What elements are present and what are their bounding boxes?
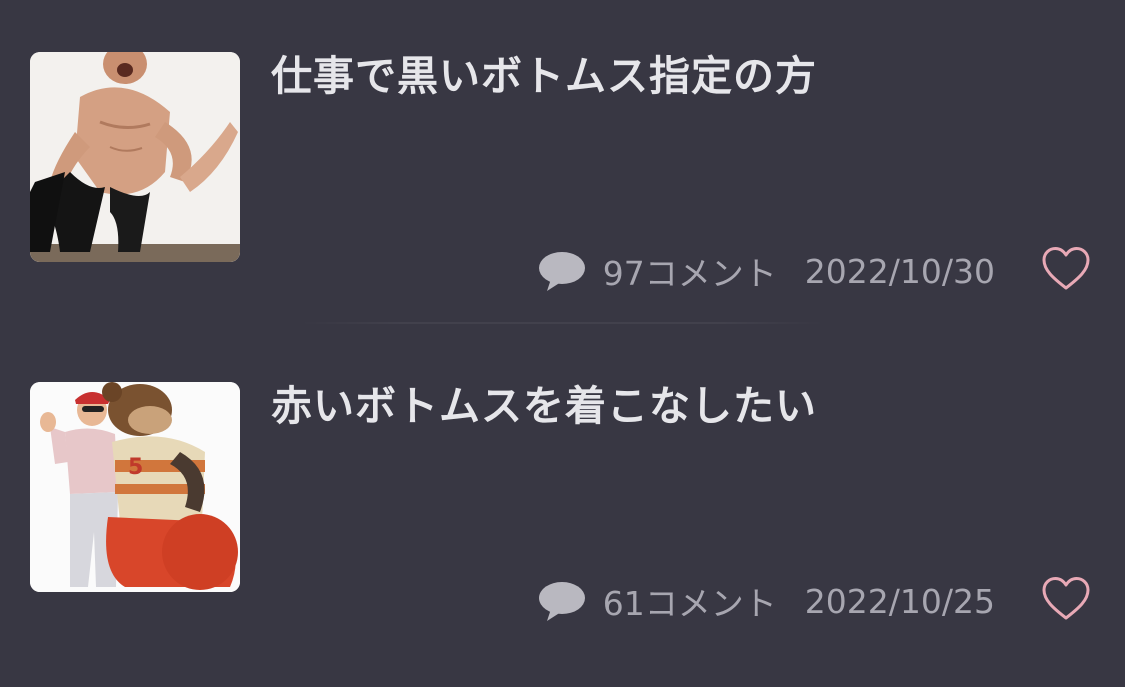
heart-outline-icon (1042, 577, 1090, 620)
post-divider (300, 322, 825, 324)
post-title[interactable]: 仕事で黒いボトムス指定の方 (271, 50, 1071, 102)
speech-bubble-icon (537, 580, 587, 622)
post-date: 2022/10/25 (804, 581, 995, 621)
post-title[interactable]: 赤いボトムスを着こなしたい (271, 380, 1071, 432)
post-thumbnail[interactable] (30, 52, 240, 262)
thumbnail-photo-muscle-man (30, 52, 240, 262)
like-button[interactable] (1040, 245, 1092, 293)
post-feed: 仕事で黒いボトムス指定の方 97コメント 2022/10/30 5 赤いボトムス… (0, 0, 1125, 687)
svg-text:5: 5 (128, 455, 143, 480)
speech-bubble-icon (537, 250, 587, 292)
post-thumbnail[interactable]: 5 (30, 382, 240, 592)
heart-outline-icon (1042, 247, 1090, 290)
post-meta: 61コメント 2022/10/25 (537, 576, 995, 626)
post-meta: 97コメント 2022/10/30 (537, 246, 995, 296)
comment-count: 97コメント (602, 254, 777, 293)
thumbnail-photo-bear-mascot: 5 (30, 382, 240, 592)
like-button[interactable] (1040, 575, 1092, 623)
post-date: 2022/10/30 (804, 251, 995, 291)
comment-count: 61コメント (602, 584, 777, 623)
post-card[interactable]: 仕事で黒いボトムス指定の方 97コメント 2022/10/30 (0, 0, 1125, 330)
post-card[interactable]: 5 赤いボトムスを着こなしたい 61コメント 2022/10/25 (0, 330, 1125, 660)
